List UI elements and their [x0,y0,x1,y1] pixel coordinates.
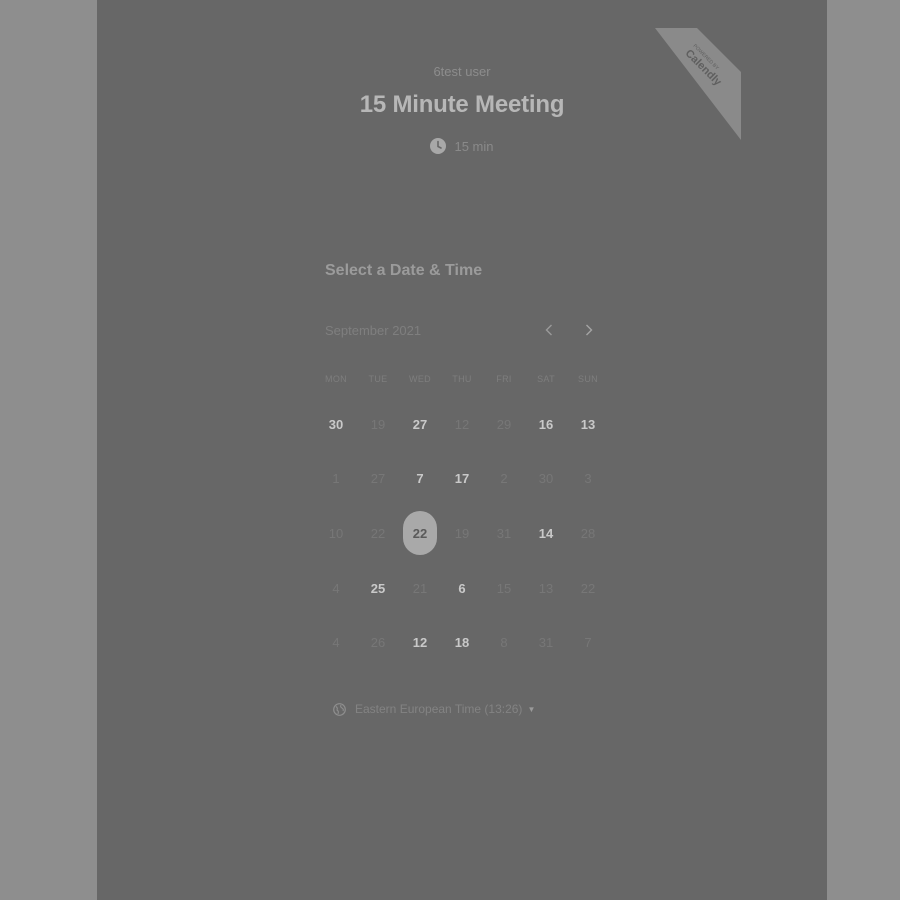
day-number: 22 [370,525,386,541]
day-number: 13 [538,580,554,596]
unavailable-day: 12 [441,397,483,452]
selected-day[interactable]: 22 [399,506,441,561]
weekday-label: TUE [368,374,388,384]
month-navigation: September 2021 [325,318,605,342]
day-number: 30 [328,416,344,432]
available-day[interactable]: 18 [441,615,483,670]
calendar-grid: 30 19 27 12 29 16 13 1 27 7 17 2 30 3 10 22 22 19 31 14 28 4 2… [315,397,609,670]
day-number: 31 [538,635,554,651]
unavailable-day: 22 [567,561,609,616]
available-day[interactable]: 13 [567,397,609,452]
unavailable-day: 19 [441,506,483,561]
caret-down-icon: ▼ [527,704,536,714]
weekday-label: SUN [578,374,598,384]
day-number: 8 [500,635,508,651]
day-number: 22 [403,511,437,556]
weekday-header: MON TUE WED THU FRI SAT SUN [315,374,609,384]
timezone-label: Eastern European Time (13:26) [355,702,523,716]
weekday-label: SAT [537,374,555,384]
available-day[interactable]: 17 [441,452,483,507]
chevron-left-icon [545,324,552,336]
day-number: 3 [584,471,592,487]
clock-icon [430,138,447,154]
available-day[interactable]: 16 [525,397,567,452]
available-day[interactable]: 12 [399,615,441,670]
day-number: 28 [580,525,596,541]
available-day[interactable]: 27 [399,397,441,452]
unavailable-day: 3 [567,452,609,507]
unavailable-day: 21 [399,561,441,616]
available-day[interactable]: 14 [525,506,567,561]
unavailable-day: 2 [483,452,525,507]
unavailable-day: 4 [315,615,357,670]
day-number: 19 [454,525,470,541]
month-nav-buttons [541,320,597,340]
day-number: 22 [580,580,596,596]
day-number: 13 [580,416,596,432]
day-number: 27 [412,416,428,432]
unavailable-day: 7 [567,615,609,670]
unavailable-day: 22 [357,506,399,561]
day-number: 16 [538,416,554,432]
day-number: 2 [500,471,508,487]
event-title: 15 Minute Meeting [359,91,565,118]
day-number: 17 [454,471,470,487]
globe-icon [333,702,346,716]
day-number: 7 [416,471,424,487]
event-duration: 15 min [430,138,494,154]
weekday-label: FRI [496,374,512,384]
picker-heading: Select a Date & Time [325,262,483,279]
next-month-button[interactable] [581,320,597,340]
timezone-selector[interactable]: Eastern European Time (13:26) ▼ [333,702,535,716]
unavailable-day: 31 [483,506,525,561]
day-number: 4 [332,580,340,596]
unavailable-day: 4 [315,561,357,616]
day-number: 14 [538,525,554,541]
day-number: 27 [370,471,386,487]
unavailable-day: 29 [483,397,525,452]
day-number: 4 [332,635,340,651]
unavailable-day: 28 [567,506,609,561]
day-number: 29 [496,416,512,432]
booking-panel: POWERED BY Calendly 6test user 15 Minute… [97,0,827,900]
month-label: September 2021 [325,322,422,338]
available-day[interactable]: 30 [315,397,357,452]
day-number: 25 [370,580,386,596]
day-number: 6 [458,580,466,596]
unavailable-day: 19 [357,397,399,452]
event-header: 6test user 15 Minute Meeting 15 min [97,62,827,159]
unavailable-day: 26 [357,615,399,670]
unavailable-day: 10 [315,506,357,561]
day-number: 30 [538,471,554,487]
available-day[interactable]: 7 [399,452,441,507]
weekday-label: MON [325,374,347,384]
unavailable-day: 13 [525,561,567,616]
day-number: 21 [412,580,428,596]
event-owner: 6test user [433,64,491,79]
weekday-label: THU [452,374,472,384]
day-number: 19 [370,416,386,432]
day-number: 7 [584,635,592,651]
day-number: 1 [332,471,340,487]
day-number: 10 [328,525,344,541]
day-number: 15 [496,580,512,596]
unavailable-day: 30 [525,452,567,507]
day-number: 31 [496,525,512,541]
weekday-label: WED [409,374,431,384]
day-number: 12 [412,635,428,651]
previous-month-button[interactable] [541,320,557,340]
day-number: 26 [370,635,386,651]
day-number: 12 [454,416,470,432]
unavailable-day: 8 [483,615,525,670]
unavailable-day: 15 [483,561,525,616]
unavailable-day: 31 [525,615,567,670]
available-day[interactable]: 6 [441,561,483,616]
day-number: 18 [454,635,470,651]
available-day[interactable]: 25 [357,561,399,616]
unavailable-day: 27 [357,452,399,507]
unavailable-day: 1 [315,452,357,507]
chevron-right-icon [586,324,593,336]
duration-label: 15 min [454,138,494,154]
